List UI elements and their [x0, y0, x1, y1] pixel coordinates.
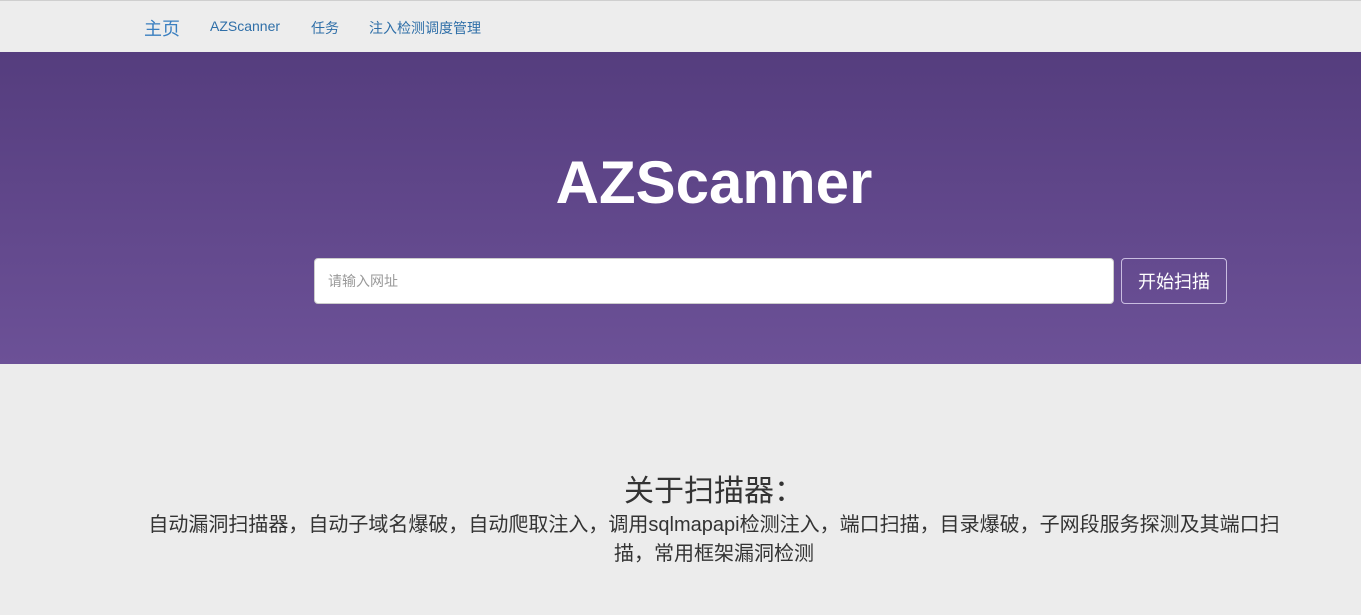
navbar: 主页 AZScanner 任务 注入检测调度管理 — [0, 0, 1361, 51]
url-input[interactable] — [314, 258, 1114, 304]
about-heading: 关于扫描器： — [624, 475, 804, 508]
start-scan-button[interactable]: 开始扫描 — [1121, 258, 1227, 304]
about-section: 关于扫描器： 自动漏洞扫描器，自动子域名爆破，自动爬取注入，调用sqlmapap… — [0, 364, 1361, 615]
hero-title: AZScanner — [555, 149, 873, 216]
about-description: 自动漏洞扫描器，自动子域名爆破，自动爬取注入，调用sqlmapapi检测注入，端… — [148, 514, 1280, 565]
nav-azscanner-link[interactable]: AZScanner — [210, 18, 280, 34]
hero-banner: AZScanner 开始扫描 — [0, 52, 1361, 364]
nav-home-link[interactable]: 主页 — [144, 15, 180, 41]
nav-injection-schedule-link[interactable]: 注入检测调度管理 — [369, 18, 481, 38]
nav-tasks-link[interactable]: 任务 — [311, 18, 339, 38]
